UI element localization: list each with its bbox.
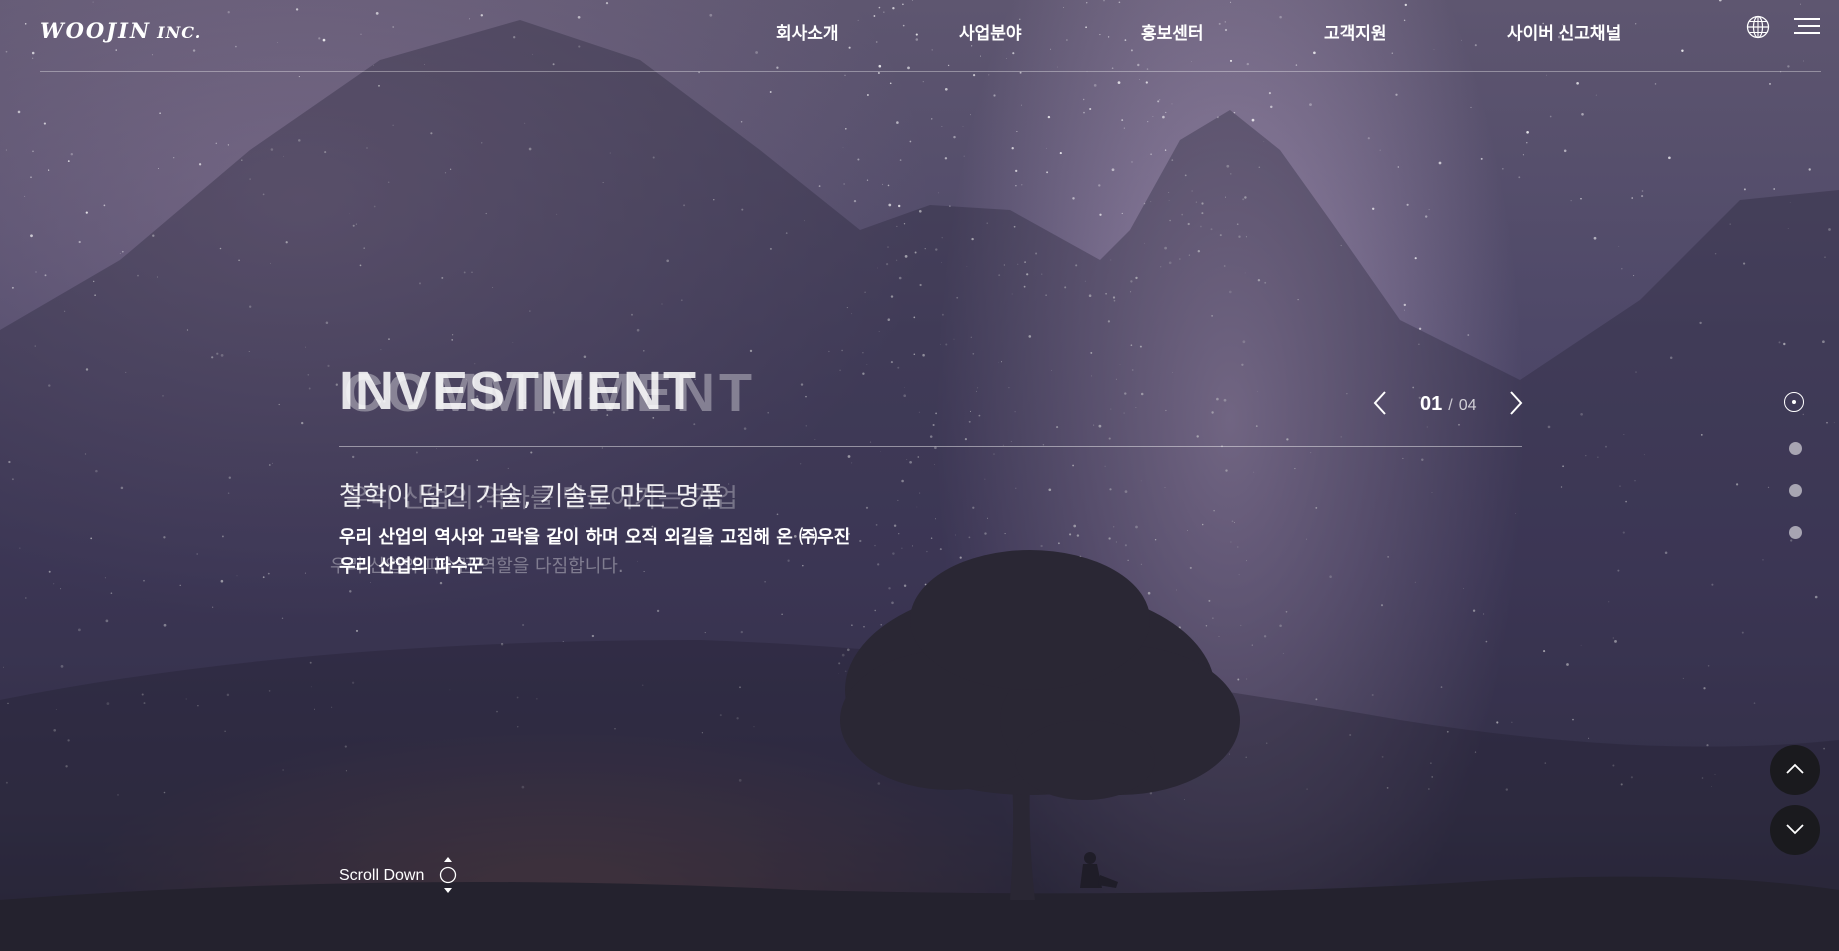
hero-section: WOOJIN INC. 회사소개 사업분야 홍보센터 고객지원 사이버 신고채널 … — [0, 0, 1839, 951]
pagination-dot-1[interactable] — [1784, 392, 1804, 412]
site-header: WOOJIN INC. 회사소개 사업분야 홍보센터 고객지원 사이버 신고채널 — [40, 0, 1821, 72]
scroll-up-button[interactable] — [1770, 745, 1820, 795]
chevron-up-icon — [1786, 763, 1804, 774]
slide-counter: 01 / 04 — [1420, 393, 1477, 416]
slide-total: 04 — [1458, 397, 1477, 414]
nav-item-pr-center[interactable]: 홍보센터 — [1141, 19, 1324, 44]
hero-description: 우리 산업의 역사와 고락을 같이 하며 오직 외길을 고집해 온 ㈜우진 우리… — [339, 523, 899, 581]
landscape-background — [0, 20, 1839, 951]
nav-item-business[interactable]: 사업분야 — [959, 19, 1141, 44]
hamburger-menu-icon[interactable] — [1794, 18, 1820, 36]
logo-suffix: INC. — [157, 23, 202, 42]
pagination-dot-4[interactable] — [1789, 526, 1802, 539]
pagination-dot-3[interactable] — [1789, 484, 1802, 497]
hero-subtitle: 철학이 담긴 기술, 기술로 만든 명품 — [339, 482, 724, 512]
hero-description-line-2: 우리 산업의 파수꾼 — [339, 556, 485, 577]
starfield-background — [3, 0, 1835, 801]
nav-item-cyber-report[interactable]: 사이버 신고채널 — [1507, 19, 1621, 44]
hero-divider — [339, 446, 1522, 447]
chevron-left-icon[interactable] — [1370, 390, 1392, 416]
globe-icon[interactable] — [1746, 15, 1770, 39]
hero-description-line-1: 우리 산업의 역사와 고락을 같이 하며 오직 외길을 고집해 온 ㈜우진 — [339, 527, 851, 548]
chevron-down-icon — [1786, 824, 1804, 835]
site-logo[interactable]: WOOJIN INC. — [40, 18, 201, 43]
nav-item-customer-support[interactable]: 고객지원 — [1324, 19, 1507, 44]
logo-text: WOOJIN — [40, 18, 152, 43]
slider-controls: 01 / 04 — [1370, 388, 1526, 418]
slide-separator: / — [1448, 397, 1453, 414]
scroll-down-label: Scroll Down — [339, 867, 425, 884]
main-nav: 회사소개 사업분야 홍보센터 고객지원 사이버 신고채널 — [776, 19, 1621, 44]
nav-item-company[interactable]: 회사소개 — [776, 19, 959, 44]
scroll-down-button[interactable] — [1770, 805, 1820, 855]
slide-current: 01 — [1420, 393, 1443, 415]
scroll-mouse-icon[interactable] — [439, 855, 457, 895]
hero-title: INVESTMENT — [339, 361, 698, 421]
pagination-dot-2[interactable] — [1789, 442, 1802, 455]
chevron-right-icon[interactable] — [1504, 390, 1526, 416]
